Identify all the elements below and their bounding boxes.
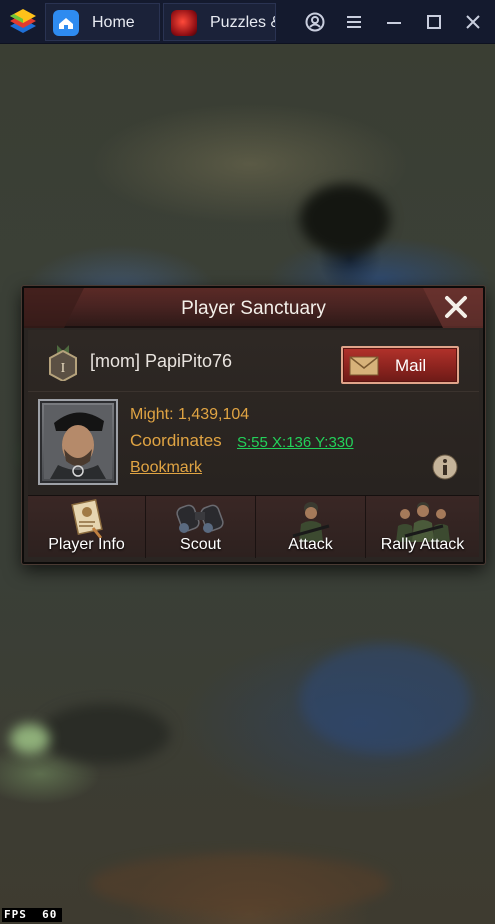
map-blur-shape [90, 854, 390, 914]
tab-game-label: Puzzles & [210, 14, 276, 31]
player-info-icon [70, 498, 103, 539]
binoculars-icon [175, 504, 224, 533]
might-value: Might: 1,439,104 [130, 406, 250, 423]
map-blur-shape [40, 704, 170, 764]
minimize-icon[interactable] [382, 10, 406, 34]
envelope-icon [349, 356, 379, 376]
account-icon[interactable] [303, 10, 327, 34]
fps-counter: FPS 60 [2, 908, 62, 922]
rally-attack-label: Rally Attack [380, 536, 465, 553]
tab-home-label: Home [92, 14, 135, 31]
coordinates-label: Coordinates [130, 431, 222, 450]
dialog-title: Player Sanctuary [181, 298, 326, 319]
scout-label: Scout [180, 536, 221, 553]
svg-text:I: I [61, 361, 66, 376]
rally-attack-button[interactable]: Rally Attack [366, 496, 479, 558]
bluestacks-logo-icon[interactable] [8, 8, 38, 36]
map-blur-shape [10, 724, 50, 754]
action-bar: Player Info Scout Attack Rally Attack [28, 495, 479, 558]
player-avatar [44, 405, 112, 479]
tab-home[interactable]: Home [45, 3, 160, 41]
avatar-frame[interactable] [38, 399, 118, 485]
player-info-label: Player Info [48, 536, 125, 553]
fps-value: 60 [42, 908, 58, 921]
bookmark-link[interactable]: Bookmark [130, 459, 202, 477]
map-blur-shape [300, 184, 390, 254]
mail-button-label: Mail [395, 356, 427, 375]
menu-icon[interactable] [342, 10, 366, 34]
scout-button[interactable]: Scout [146, 496, 256, 558]
attack-button[interactable]: Attack [256, 496, 366, 558]
dialog-body: I [mom] PapiPito76 Mail Might: 1,439,104… [28, 330, 479, 520]
coordinates-link[interactable]: S:55 X:136 Y:330 [237, 434, 354, 451]
maximize-icon[interactable] [422, 10, 446, 34]
player-name: [mom] PapiPito76 [90, 351, 233, 371]
dialog-header: Player Sanctuary [24, 288, 483, 328]
emulator-title-bar: Home Puzzles & [0, 0, 495, 44]
info-icon[interactable] [432, 454, 458, 480]
player-info-button[interactable]: Player Info [28, 496, 146, 558]
home-icon [53, 10, 79, 36]
tab-puzzles-game[interactable]: Puzzles & [163, 3, 276, 41]
game-app-icon [171, 10, 197, 36]
fps-label: FPS [4, 908, 27, 921]
rank-badge-icon: I [49, 345, 77, 381]
map-blur-shape [300, 644, 470, 754]
mail-button[interactable]: Mail [341, 346, 459, 384]
close-icon[interactable] [461, 10, 485, 34]
player-name-row: I [mom] PapiPito76 Mail [28, 330, 479, 392]
dialog-close-button[interactable] [443, 294, 469, 320]
attack-label: Attack [288, 536, 333, 553]
player-sanctuary-dialog: Player Sanctuary I [mom] PapiPito76 Mail [22, 286, 485, 564]
